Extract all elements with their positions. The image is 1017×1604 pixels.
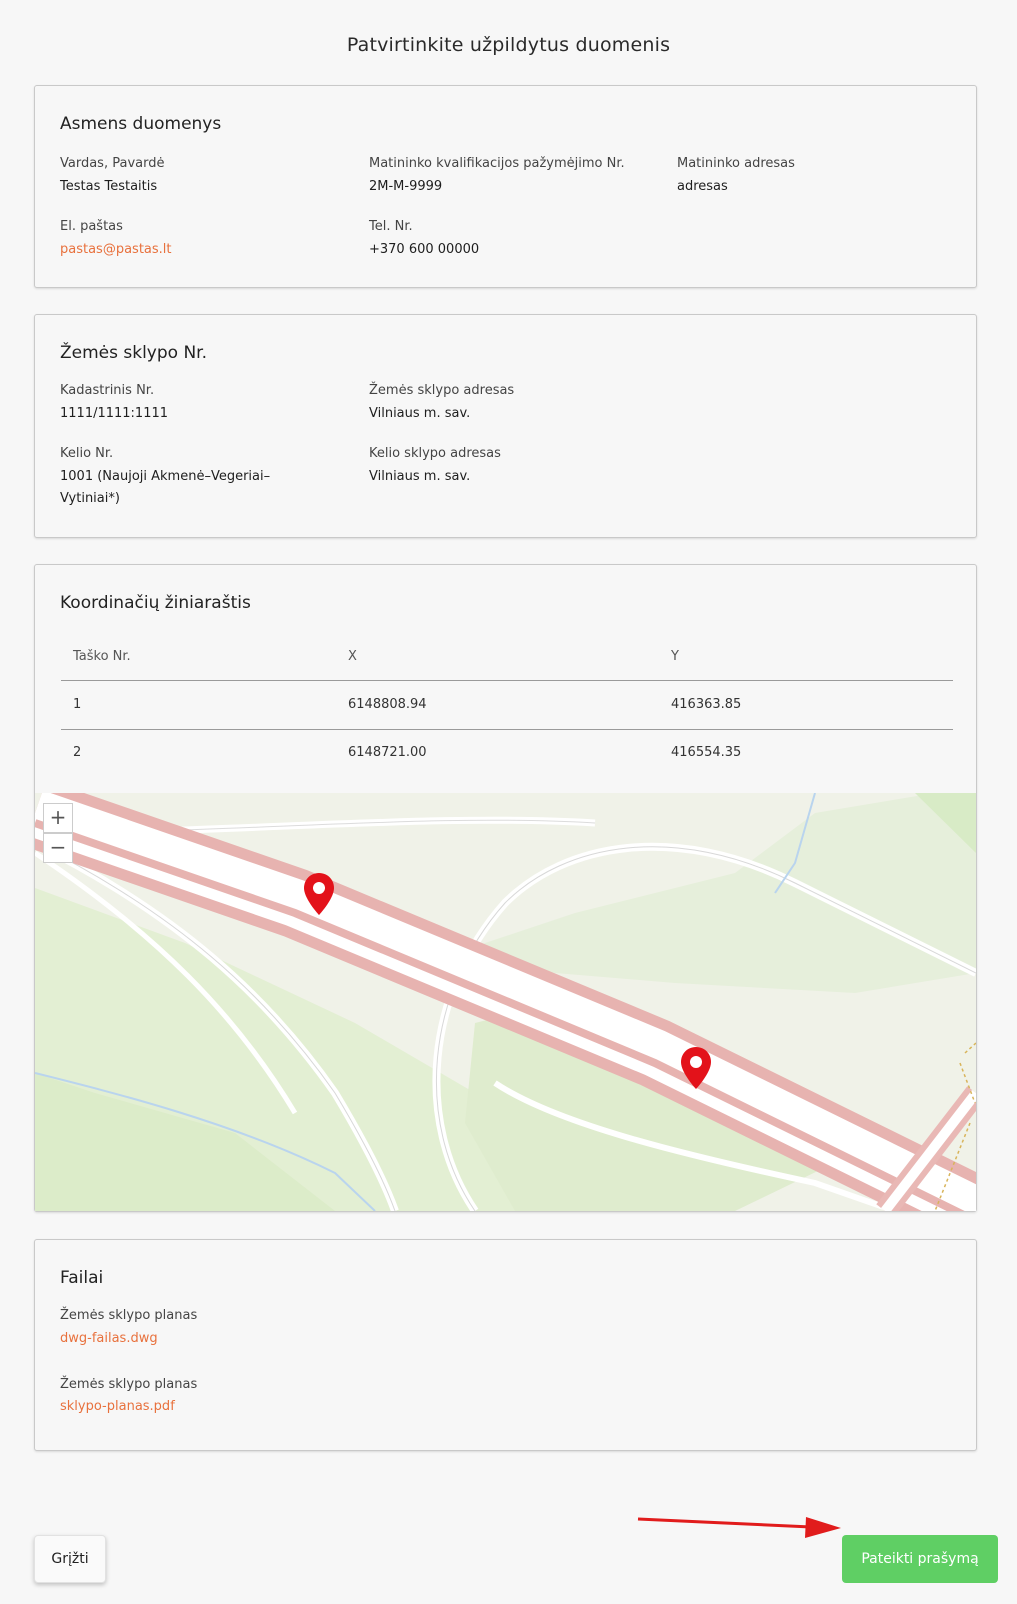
email-link[interactable]: pastas@pastas.lt: [60, 239, 172, 261]
zoom-out-button[interactable]: −: [43, 833, 73, 863]
cert-label: Matininko kvalifikacijos pažymėjimo Nr.: [369, 156, 625, 171]
back-button[interactable]: Grįžti: [34, 1535, 106, 1583]
phone-value: +370 600 00000: [369, 242, 480, 257]
file-label: Žemės sklypo planas: [60, 1308, 198, 1323]
coordinates-title: Koordinačių žiniaraštis: [60, 593, 251, 613]
zoom-in-button[interactable]: +: [43, 803, 73, 833]
table-divider: [61, 729, 953, 730]
name-label: Vardas, Pavardė: [60, 156, 165, 171]
table-divider: [61, 680, 953, 681]
cadastral-value: 1111/1111:1111: [60, 406, 169, 421]
road-label: Kelio Nr.: [60, 446, 114, 461]
parcel-title: Žemės sklypo Nr.: [60, 343, 208, 363]
parcel-card: Žemės sklypo Nr. Kadastrinis Nr. 1111/11…: [34, 314, 977, 538]
road-address-label: Kelio sklypo adresas: [369, 446, 501, 461]
phone-label: Tel. Nr.: [369, 219, 413, 234]
cert-value: 2M-M-9999: [369, 179, 443, 194]
submit-request-button[interactable]: Pateikti prašymą: [842, 1535, 998, 1583]
column-header-y: Y: [671, 649, 679, 664]
files-card: Failai Žemės sklypo planas dwg-failas.dw…: [34, 1239, 977, 1451]
cadastral-label: Kadastrinis Nr.: [60, 383, 155, 398]
personal-data-title: Asmens duomenys: [60, 114, 222, 134]
map-marker-point-1[interactable]: [302, 871, 336, 917]
name-value: Testas Testaitis: [60, 179, 158, 194]
file-link-dwg[interactable]: dwg-failas.dwg: [60, 1328, 158, 1350]
table-cell-point: 2: [73, 745, 82, 760]
map-view[interactable]: + −: [35, 793, 976, 1211]
table-cell-y: 416363.85: [671, 697, 742, 712]
arrow-annotation-icon: [637, 1517, 841, 1538]
column-header-x: X: [348, 649, 357, 664]
parcel-address-label: Žemės sklypo adresas: [369, 383, 515, 398]
coordinates-card: Koordinačių žiniaraštis Taško Nr. X Y 1 …: [34, 564, 977, 1212]
table-cell-point: 1: [73, 697, 82, 712]
personal-data-card: Asmens duomenys Vardas, Pavardė Testas T…: [34, 85, 977, 288]
address-value: adresas: [677, 179, 728, 194]
map-marker-point-2[interactable]: [679, 1045, 713, 1091]
table-cell-x: 6148721.00: [348, 745, 427, 760]
files-title: Failai: [60, 1268, 104, 1288]
parcel-address-value: Vilniaus m. sav.: [369, 406, 471, 421]
table-cell-x: 6148808.94: [348, 697, 427, 712]
map-canvas[interactable]: [35, 793, 976, 1211]
email-label: El. paštas: [60, 219, 123, 234]
file-label: Žemės sklypo planas: [60, 1377, 198, 1392]
column-header-point: Taško Nr.: [73, 649, 131, 664]
road-value: 1001 (Naujoji Akmenė–Vegeriai–Vytiniai*): [60, 469, 271, 506]
table-cell-y: 416554.35: [671, 745, 742, 760]
file-link-pdf[interactable]: sklypo-planas.pdf: [60, 1396, 175, 1418]
page-title: Patvirtinkite užpildytus duomenis: [346, 34, 671, 56]
address-label: Matininko adresas: [677, 156, 795, 171]
road-address-value: Vilniaus m. sav.: [369, 469, 471, 484]
